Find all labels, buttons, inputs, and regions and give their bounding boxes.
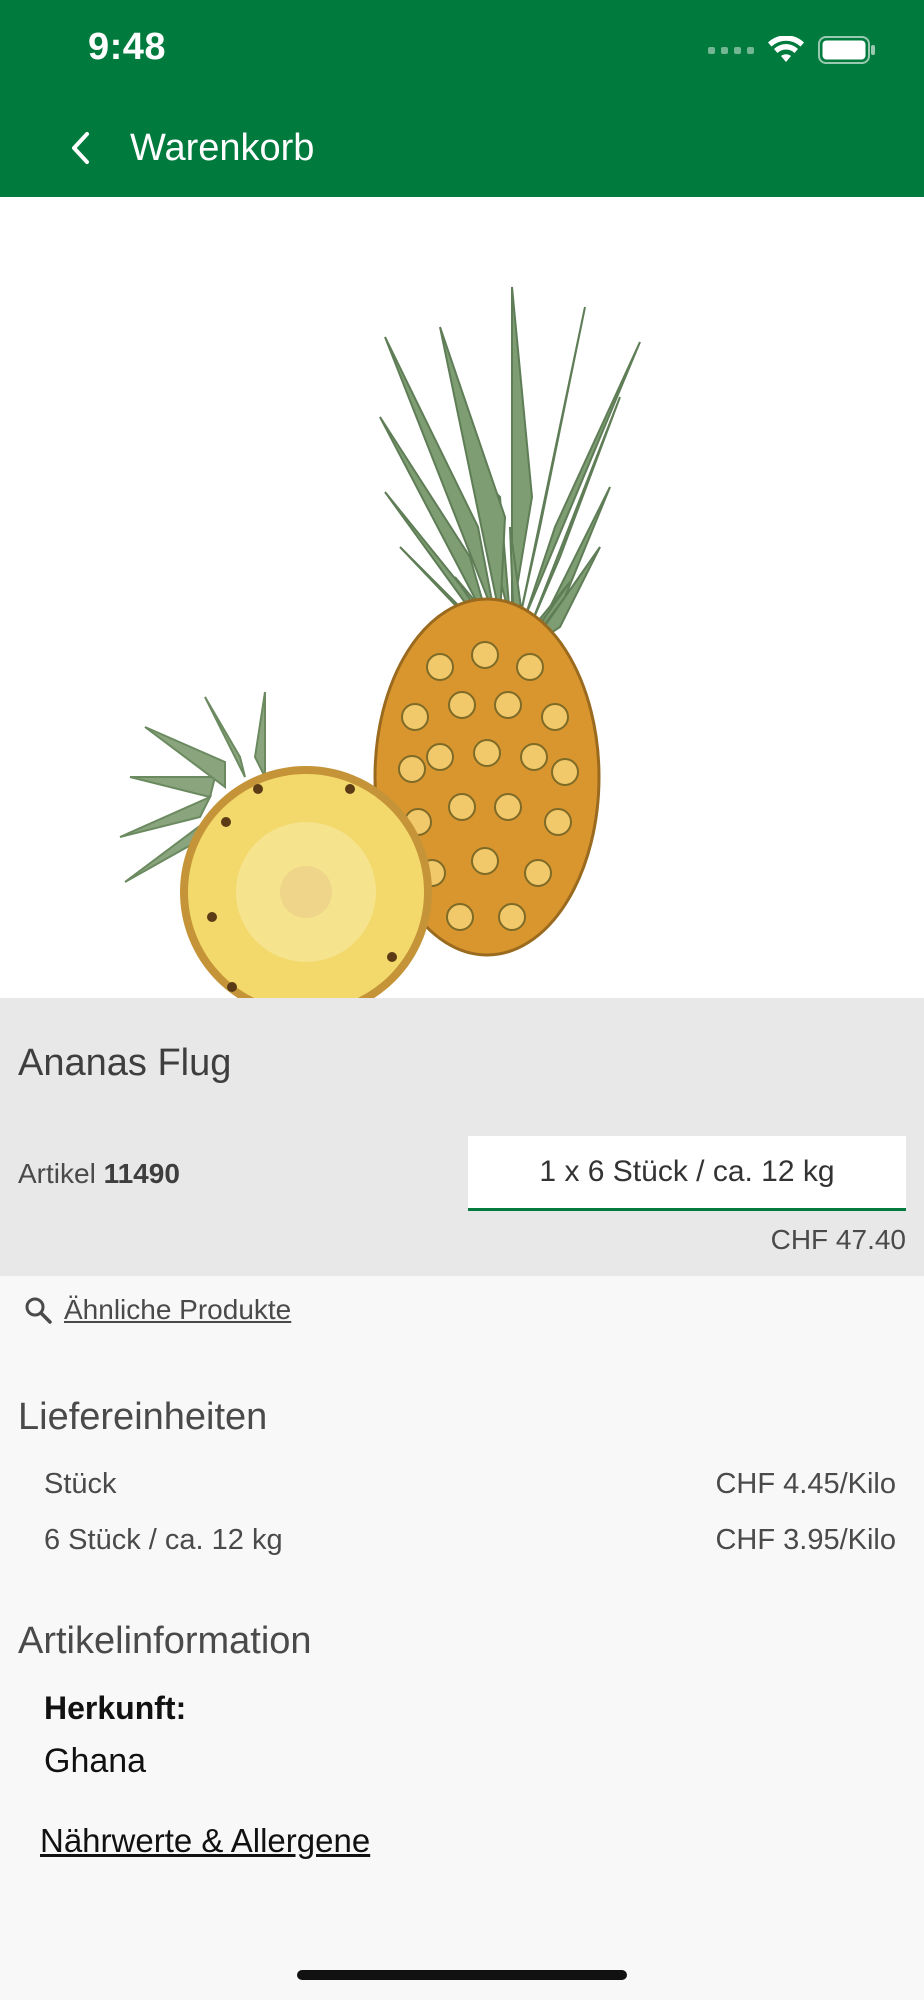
similar-products-label: Ähnliche Produkte [64,1294,292,1325]
chevron-left-icon [72,132,89,164]
product-price: CHF 47.40 [770,1224,906,1255]
delivery-unit-price: CHF 4.45/Kilo [715,1468,896,1500]
unit-selector-value: 1 x 6 Stück / ca. 12 kg [539,1155,835,1188]
home-indicator [297,1970,627,1980]
search-icon [25,1297,52,1324]
article-number: Artikel 11490 [18,1158,180,1190]
delivery-unit-name: Stück [44,1468,117,1500]
navigation-bar: Warenkorb [0,100,924,197]
status-icons [708,32,876,68]
status-bar: 9:48 [0,0,924,100]
delivery-unit-name: 6 Stück / ca. 12 kg [44,1524,283,1556]
origin-value: Ghana [44,1742,147,1780]
nutrition-allergens-link[interactable]: Nährwerte & Allergene [40,1822,370,1860]
battery-icon [818,36,875,64]
article-label: Artikel [18,1158,96,1189]
product-detail-screen: 9:48 Warenkorb Ananas Flug Artikel 11490… [0,0,924,2000]
unit-selector[interactable]: 1 x 6 Stück / ca. 12 kg [468,1136,906,1211]
nav-title: Warenkorb [130,127,315,169]
back-button[interactable] [52,120,108,176]
delivery-unit-price: CHF 3.95/Kilo [715,1524,896,1556]
status-time: 9:48 [88,26,167,68]
article-info-title: Artikelinformation [18,1620,312,1662]
article-number-value: 11490 [103,1158,180,1189]
product-name: Ananas Flug [18,1042,232,1084]
signal-icon [708,46,754,54]
wifi-icon [768,36,804,62]
delivery-units-title: Liefereinheiten [18,1396,268,1438]
origin-label: Herkunft: [44,1690,187,1726]
similar-products-link[interactable]: Ähnliche Produkte [24,1294,291,1326]
delivery-unit-row: 6 Stück / ca. 12 kg CHF 3.95/Kilo [44,1524,896,1557]
product-image [0,197,924,1027]
delivery-unit-row: Stück CHF 4.45/Kilo [44,1468,896,1501]
pineapple-image [119,286,641,1018]
product-info-panel: Ananas Flug Artikel 11490 1 x 6 Stück / … [0,998,924,1276]
